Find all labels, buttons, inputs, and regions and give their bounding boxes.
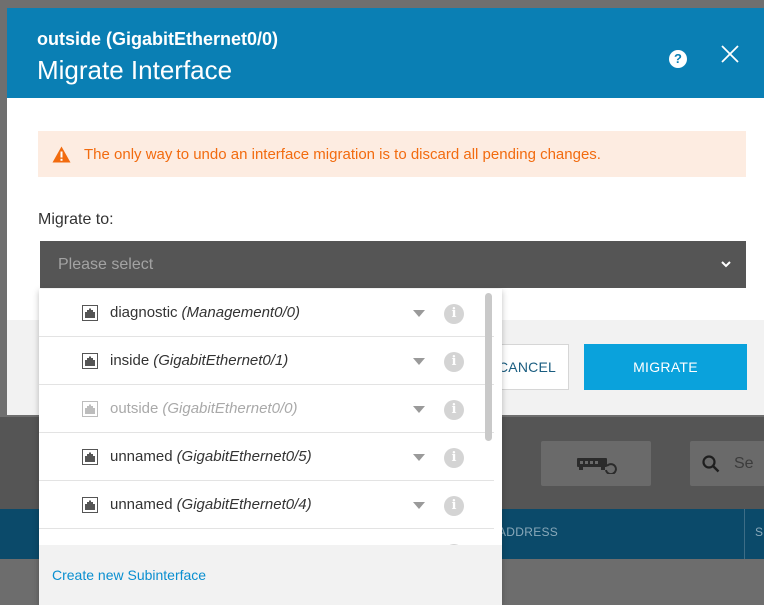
interface-hardware: (GigabitEthernet0/4) (176, 496, 312, 513)
migrate-to-select[interactable]: Please select (40, 241, 746, 288)
migrate-to-label: Migrate to: (38, 211, 114, 228)
interface-name: unnamed (110, 496, 173, 513)
dialog-subtitle: outside (GigabitEthernet0/0) (37, 29, 279, 49)
ethernet-port-icon (82, 304, 98, 321)
interface-hardware: (GigabitEthernet0/1) (153, 352, 289, 369)
column-header-s: S (755, 525, 764, 539)
chevron-down-icon (721, 261, 731, 268)
interface-hardware: (GigabitEthernet0/5) (176, 448, 312, 465)
search-input-partial[interactable]: Se (734, 455, 754, 473)
warning-icon (52, 146, 71, 162)
migrate-button[interactable]: MIGRATE (584, 344, 747, 390)
interface-option[interactable]: unnamed (GigabitEthernet0/4) i (39, 481, 494, 529)
ethernet-port-icon (82, 496, 98, 513)
info-icon[interactable]: i (444, 304, 464, 324)
dropdown-list: diagnostic (Management0/0) i inside (Gigabit… (39, 289, 494, 577)
interface-name: inside (110, 352, 150, 369)
interface-option[interactable]: diagnostic (Management0/0) i (39, 289, 494, 337)
help-icon[interactable]: ? (669, 50, 687, 68)
caret-down-icon[interactable] (413, 358, 425, 365)
scrollbar-thumb[interactable] (485, 293, 492, 441)
interface-dropdown: diagnostic (Management0/0) i inside (Gigabit… (39, 289, 502, 605)
interface-option[interactable]: unnamed (GigabitEthernet0/5) i (39, 433, 494, 481)
create-subinterface-link[interactable]: Create new Subinterface (52, 567, 206, 583)
ethernet-port-icon (82, 400, 98, 417)
dropdown-footer: Create new Subinterface (39, 545, 502, 605)
dialog-header: outside (GigabitEthernet0/0) Migrate Int… (7, 8, 764, 98)
interface-name: diagnostic (110, 304, 178, 321)
caret-down-icon[interactable] (413, 406, 425, 413)
interface-hardware: (GigabitEthernet0/0) (162, 400, 298, 417)
caret-down-icon[interactable] (413, 310, 425, 317)
info-icon[interactable]: i (444, 400, 464, 420)
column-separator (744, 509, 745, 559)
caret-down-icon[interactable] (413, 454, 425, 461)
interface-name: outside (110, 400, 159, 417)
device-button[interactable] (541, 441, 651, 486)
select-placeholder: Please select (58, 255, 154, 273)
column-header-address: ADDRESS (498, 525, 559, 539)
info-icon[interactable]: i (444, 448, 464, 468)
info-icon[interactable]: i (444, 496, 464, 516)
info-icon[interactable]: i (444, 352, 464, 372)
warning-banner: The only way to undo an interface migrat… (38, 131, 746, 177)
interface-option[interactable]: inside (GigabitEthernet0/1) i (39, 337, 494, 385)
ethernet-port-icon (82, 352, 98, 369)
dialog-title: Migrate Interface (37, 55, 233, 85)
search-icon (702, 454, 720, 472)
interface-option: outside (GigabitEthernet0/0) i (39, 385, 494, 433)
search-box[interactable]: Se (690, 441, 764, 486)
interface-name: unnamed (110, 448, 173, 465)
interface-hardware: (Management0/0) (181, 304, 300, 321)
warning-text: The only way to undo an interface migrat… (84, 145, 601, 163)
close-icon[interactable] (717, 41, 743, 67)
ethernet-port-icon (82, 448, 98, 465)
caret-down-icon[interactable] (413, 502, 425, 509)
device-icon (577, 457, 617, 474)
